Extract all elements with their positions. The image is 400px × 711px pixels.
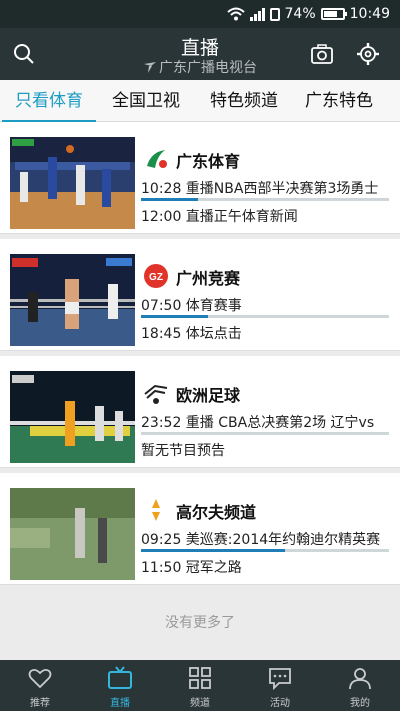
wifi-icon: [226, 7, 245, 21]
tab-national-satellite[interactable]: 全国卫视: [98, 80, 194, 122]
gear-icon: [357, 43, 379, 65]
channel-thumbnail: [10, 371, 135, 463]
station-name: 广东广播电视台: [159, 60, 257, 76]
battery-icon: [320, 8, 347, 20]
station-logo-icon: [144, 62, 156, 73]
channel-name: 欧洲足球: [176, 386, 241, 405]
tab-guangdong-special[interactable]: 广东特色: [294, 80, 384, 122]
next-program: 暂无节目预告: [141, 443, 225, 459]
tab-sports-only[interactable]: 只看体育: [0, 80, 98, 123]
golf-channel-logo-icon: [152, 499, 160, 521]
program-progress: [141, 315, 389, 318]
clock: 10:49: [349, 6, 390, 22]
guangzhou-competition-logo-icon: GZ: [144, 264, 168, 288]
nav-label: 直播: [110, 698, 130, 709]
program-progress: [141, 432, 389, 435]
app-header: 直播 广东广播电视台: [0, 28, 400, 80]
person-icon: [349, 668, 371, 690]
svg-text:GZ: GZ: [149, 272, 163, 283]
program-progress: [141, 549, 389, 552]
channel-card[interactable]: GZ 广州竞赛 07:50 体育赛事 18:45 体坛点击: [0, 239, 400, 351]
sim-icon: [269, 7, 280, 21]
next-program: 12:00 直播正午体育新闻: [141, 209, 298, 225]
program-progress: [141, 198, 389, 201]
settings-button[interactable]: [354, 40, 382, 68]
nav-recommend[interactable]: 推荐: [0, 660, 80, 711]
end-of-list-text: 没有更多了: [165, 615, 235, 631]
channel-card[interactable]: 高尔夫频道 09:25 美巡赛:2014年约翰迪尔精英赛 11:50 冠军之路: [0, 473, 400, 585]
current-program: 09:25 美巡赛:2014年约翰迪尔精英赛: [141, 532, 381, 548]
next-program: 18:45 体坛点击: [141, 326, 242, 342]
nav-live[interactable]: 直播: [80, 660, 160, 711]
camera-icon: [311, 44, 333, 64]
nav-label: 我的: [350, 698, 370, 709]
channel-name: 广州竞赛: [176, 269, 241, 288]
nav-label: 频道: [190, 698, 210, 709]
battery-percent: 74%: [284, 6, 316, 22]
heart-icon: [28, 668, 52, 689]
channel-name: 高尔夫频道: [176, 503, 257, 522]
channel-thumbnail: [10, 254, 135, 346]
signal-icon: [249, 7, 265, 21]
next-program: 11:50 冠军之路: [141, 560, 242, 576]
camera-button[interactable]: [308, 40, 336, 68]
channel-list: 广东体育 10:28 重播NBA西部半决赛第3场勇士 12:00 直播正午体育新…: [0, 122, 400, 660]
channel-card[interactable]: 广东体育 10:28 重播NBA西部半决赛第3场勇士 12:00 直播正午体育新…: [0, 122, 400, 234]
category-tabs: 只看体育 全国卫视 特色频道 广东特色: [0, 80, 400, 123]
channel-thumbnail: [10, 137, 135, 229]
grid-icon: [189, 667, 211, 689]
channel-thumbnail: [10, 488, 135, 580]
bottom-navigation: 推荐 直播 频道 活动 我的: [0, 660, 400, 711]
nav-label: 活动: [270, 698, 290, 709]
nav-mine[interactable]: 我的: [320, 660, 400, 711]
current-program: 07:50 体育赛事: [141, 298, 242, 314]
status-bar: 74% 10:49: [0, 0, 400, 28]
nav-channels[interactable]: 频道: [160, 660, 240, 711]
nav-label: 推荐: [30, 698, 50, 709]
channel-card[interactable]: 欧洲足球 23:52 重播 CBA总决赛第2场 辽宁vs 暂无节目预告: [0, 356, 400, 468]
euro-football-logo-icon: [144, 384, 168, 404]
page-title: 直播: [180, 37, 219, 59]
current-program: 10:28 重播NBA西部半决赛第3场勇士: [141, 181, 379, 197]
nav-activities[interactable]: 活动: [240, 660, 320, 711]
current-program: 23:52 重播 CBA总决赛第2场 辽宁vs: [141, 415, 375, 431]
tab-featured-channels[interactable]: 特色频道: [194, 80, 294, 122]
chat-icon: [269, 668, 291, 691]
guangdong-sports-logo-icon: [147, 150, 167, 168]
station-subtitle: 广东广播电视台: [0, 57, 400, 77]
tv-icon: [108, 666, 132, 689]
channel-name: 广东体育: [176, 152, 241, 171]
